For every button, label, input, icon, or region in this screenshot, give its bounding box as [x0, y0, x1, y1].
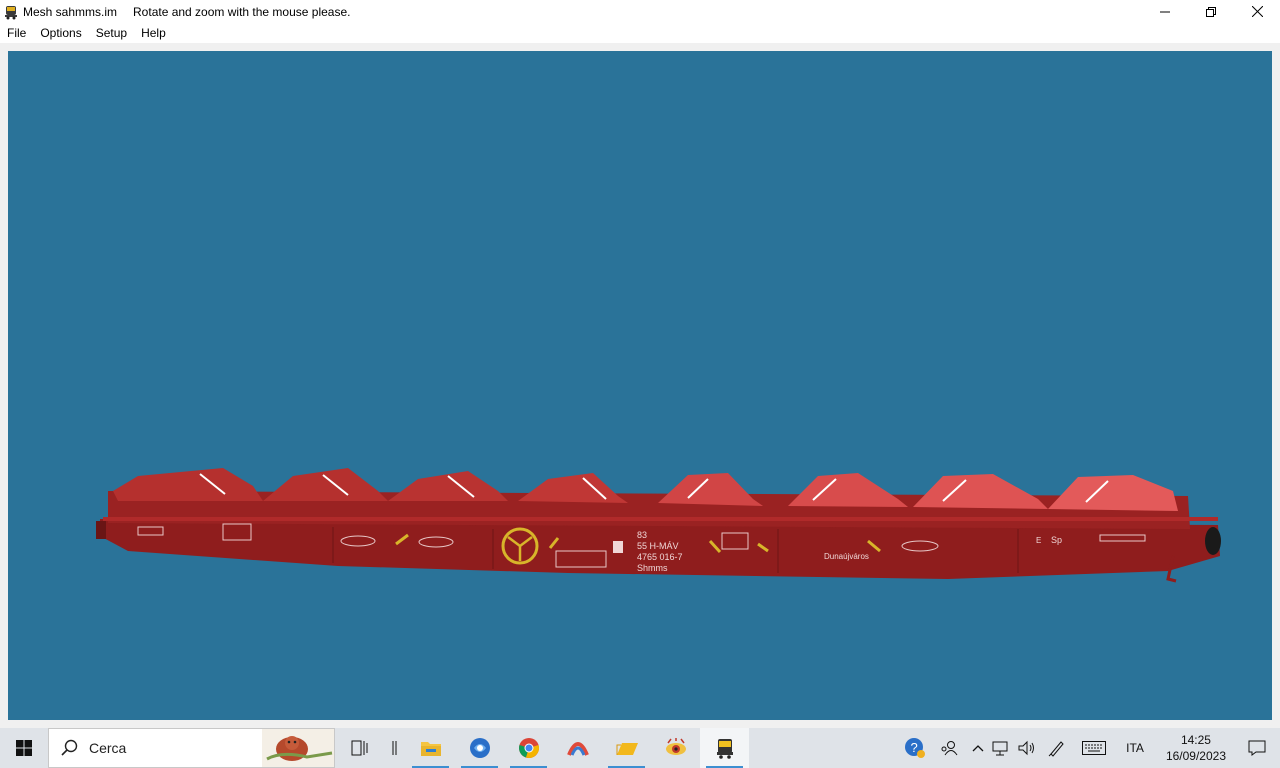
- minimize-button[interactable]: [1142, 0, 1188, 23]
- pen-icon: [1048, 741, 1064, 757]
- app-icon: [566, 742, 589, 756]
- people-icon: [941, 741, 958, 756]
- marking-line2: 55 H-MÁV: [637, 541, 679, 551]
- window-controls: [1142, 0, 1280, 23]
- menu-bar: File Options Setup Help: [0, 23, 1280, 43]
- mesh-app-icon: [716, 739, 733, 759]
- notification-icon: [1248, 740, 1266, 756]
- task-view-icon: [351, 740, 367, 756]
- search-placeholder: Cerca: [89, 740, 127, 756]
- browser-button[interactable]: [455, 728, 504, 768]
- viewer-icon: [665, 738, 686, 755]
- taskbar: Cerca ? ITA 14:25 16/09/2023: [0, 728, 1280, 768]
- wagon-wheel-right: [1205, 527, 1221, 555]
- window-title: Mesh sahmms.im: [23, 4, 118, 19]
- menu-options[interactable]: Options: [33, 23, 88, 43]
- cover-2: [263, 468, 388, 501]
- menu-help[interactable]: Help: [134, 23, 173, 43]
- marking-line1: 83: [637, 530, 647, 540]
- network-button[interactable]: [988, 728, 1014, 768]
- restore-icon: [1206, 6, 1216, 17]
- system-tray: ? ITA 14:25 16/09/2023: [900, 728, 1280, 768]
- file-explorer-button[interactable]: [406, 728, 455, 768]
- pen-button[interactable]: [1040, 728, 1074, 768]
- viewport-frame: 83 55 H-MÁV 4765 016-7 Shmms Dunaújváros…: [0, 43, 1280, 728]
- search-icon: [61, 739, 78, 756]
- cover-8: [1048, 475, 1178, 511]
- volume-button[interactable]: [1014, 728, 1040, 768]
- language-label: ITA: [1126, 741, 1144, 755]
- keyboard-button[interactable]: [1074, 728, 1114, 768]
- chrome-button[interactable]: [504, 728, 553, 768]
- folder-icon: [616, 743, 638, 755]
- title-bar: Mesh sahmms.im Rotate and zoom with the …: [0, 0, 1280, 23]
- marking-line4: Shmms: [637, 563, 668, 573]
- language-indicator[interactable]: ITA: [1114, 728, 1156, 768]
- marking-sp: Sp: [1051, 535, 1062, 545]
- cover-3: [388, 471, 508, 501]
- search-highlight-image: [262, 729, 334, 767]
- cover-7: [913, 474, 1048, 509]
- cover-4: [518, 473, 628, 503]
- menu-file[interactable]: File: [0, 23, 33, 43]
- clock-date: 16/09/2023: [1165, 749, 1226, 763]
- cover-6: [788, 473, 908, 507]
- wagon-end-left: [96, 521, 106, 539]
- menu-setup[interactable]: Setup: [89, 23, 134, 43]
- notifications-button[interactable]: [1236, 728, 1280, 768]
- window-hint: Rotate and zoom with the mouse please.: [133, 4, 351, 19]
- 3d-canvas[interactable]: 83 55 H-MÁV 4765 016-7 Shmms Dunaújváros…: [8, 51, 1272, 720]
- help-icon: ?: [905, 738, 926, 758]
- people-button[interactable]: [930, 728, 968, 768]
- marking-line3: 4765 016-7: [637, 552, 683, 562]
- chrome-icon: [518, 738, 539, 758]
- chevron-up-icon: [972, 745, 984, 752]
- clock[interactable]: 14:25 16/09/2023: [1156, 732, 1236, 764]
- viewer-button[interactable]: [651, 728, 700, 768]
- marking-station: Dunaújváros: [824, 552, 869, 561]
- svg-text:?: ?: [911, 740, 918, 755]
- close-icon: [1251, 6, 1263, 17]
- restore-button[interactable]: [1188, 0, 1234, 23]
- app-button[interactable]: [553, 728, 602, 768]
- cover-1: [113, 468, 263, 501]
- minimize-icon: [1160, 11, 1170, 12]
- marking-e: E: [1036, 536, 1041, 545]
- cover-5: [658, 473, 763, 506]
- taskbar-divider: [384, 728, 406, 768]
- browser-icon: [469, 738, 490, 758]
- wagon-model[interactable]: 83 55 H-MÁV 4765 016-7 Shmms Dunaújváros…: [8, 51, 1272, 720]
- windows-logo-icon: [16, 740, 32, 756]
- folder-button[interactable]: [602, 728, 651, 768]
- wagon-top-rail: [103, 517, 1218, 521]
- start-button[interactable]: [0, 728, 48, 768]
- file-explorer-icon: [420, 742, 441, 756]
- clock-time: 14:25: [1180, 733, 1211, 747]
- volume-icon: [1018, 740, 1035, 756]
- keyboard-icon: [1082, 741, 1107, 755]
- task-view-button[interactable]: [335, 728, 384, 768]
- tray-expand-button[interactable]: [968, 728, 988, 768]
- network-icon: [992, 741, 1008, 756]
- taskbar-search[interactable]: Cerca: [48, 728, 335, 768]
- close-button[interactable]: [1234, 0, 1280, 23]
- help-tray-button[interactable]: ?: [900, 728, 930, 768]
- mesh-app-button[interactable]: [700, 728, 749, 768]
- app-train-icon: [5, 5, 17, 19]
